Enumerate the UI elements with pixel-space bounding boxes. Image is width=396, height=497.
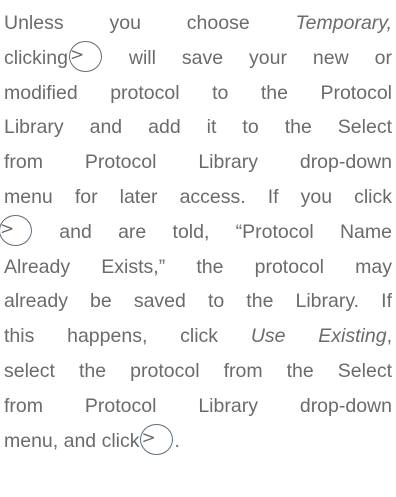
text-line-2: clicking > will save your new or xyxy=(4,41,392,76)
text-line-9: already be saved to the Library. If xyxy=(4,290,392,313)
use-existing-option-name: Use Existing xyxy=(250,325,387,348)
text-run: Unless you choose xyxy=(4,12,296,34)
text-line-11: select the protocol from the Select xyxy=(4,359,392,382)
text-run: this happens, click xyxy=(4,325,251,348)
text-run: clicking xyxy=(4,46,68,69)
text-line-6: menu for later access. If you click xyxy=(4,185,392,208)
text-line-7: > and are told, “Protocol Name xyxy=(0,215,392,250)
next-arrow-button-icon: > xyxy=(0,215,32,247)
text-run: . xyxy=(174,429,180,452)
text-line-5: from Protocol Library drop-down xyxy=(4,151,392,174)
text-line-4: Library and add it to the Select xyxy=(4,116,392,139)
next-arrow-button-icon: > xyxy=(68,41,102,73)
temporary-option-name: Temporary, xyxy=(295,12,392,34)
text-line-10: this happens, click Use Existing, xyxy=(4,319,392,354)
text-line-8: Already Exists,” the protocol may xyxy=(4,255,392,278)
instruction-paragraph: Unless you choose Temporary, clicking > w… xyxy=(0,6,392,459)
text-run: , xyxy=(386,325,392,348)
text-line-13: menu, and click >. xyxy=(4,423,392,459)
text-line-3: modified protocol to the Protocol xyxy=(4,81,392,104)
text-run: and are told, “Protocol Name xyxy=(33,220,392,243)
text-run: menu, and click xyxy=(4,429,140,452)
text-line-1: Unless you choose Temporary, xyxy=(4,6,392,41)
text-line-12: from Protocol Library drop-down xyxy=(4,394,392,417)
next-arrow-button-icon: > xyxy=(140,423,174,455)
text-run: will save your new or xyxy=(102,46,392,69)
